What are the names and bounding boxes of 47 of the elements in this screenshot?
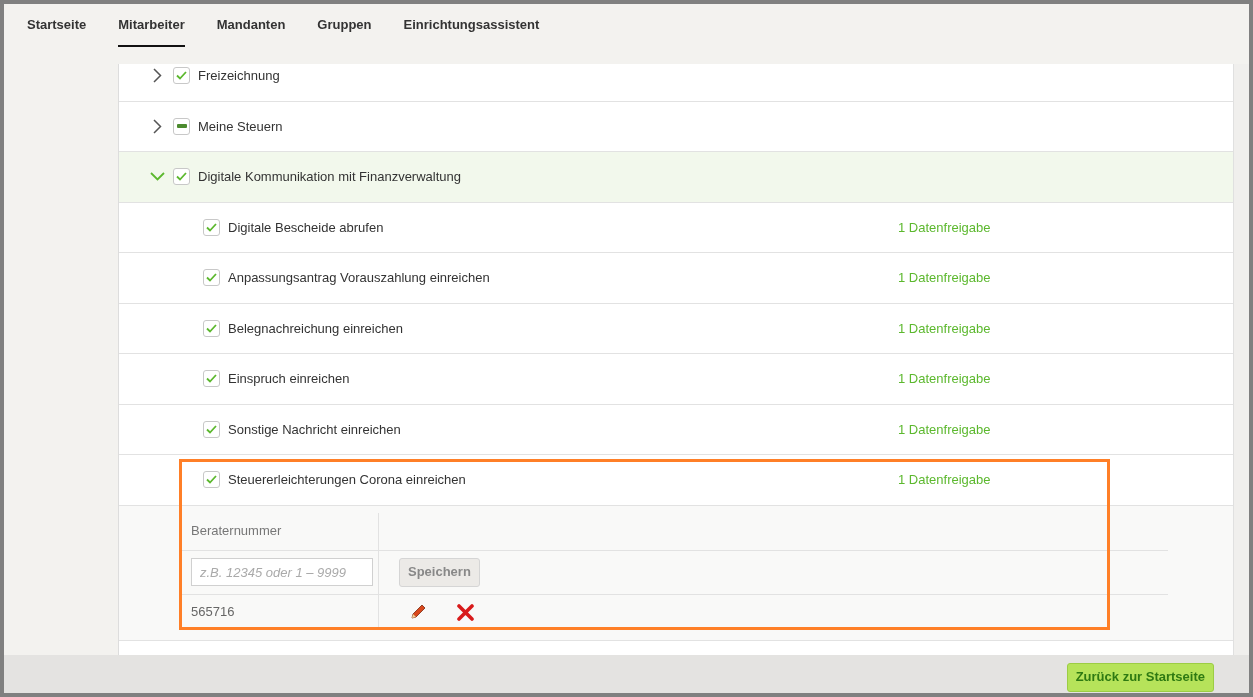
- permission-label: Digitale Bescheide abrufen: [228, 218, 385, 237]
- chevron-right-icon[interactable]: [152, 118, 162, 134]
- nav-tab[interactable]: Einrichtungsassistent: [403, 15, 540, 47]
- checkbox[interactable]: [203, 218, 220, 236]
- checkbox[interactable]: [203, 471, 220, 489]
- checkmark-icon: [206, 475, 217, 485]
- checkmark-icon: [206, 222, 217, 232]
- share-link[interactable]: 1 Datenfreigabe: [898, 369, 991, 389]
- checkmark-icon: [206, 424, 217, 434]
- group-label: Digitale Kommunikation mit Finanzverwaltung: [198, 168, 461, 186]
- checkbox[interactable]: [173, 67, 190, 85]
- checkmark-icon: [176, 172, 187, 182]
- checkmark-icon: [206, 273, 217, 283]
- group-label: Freizeichnung: [198, 67, 280, 85]
- chevron-down-icon[interactable]: [149, 172, 165, 182]
- nav-tab[interactable]: Gruppen: [317, 15, 372, 47]
- share-link[interactable]: 1 Datenfreigabe: [898, 470, 991, 490]
- delete-icon[interactable]: [457, 603, 474, 621]
- chevron-right-icon[interactable]: [152, 68, 162, 84]
- back-button[interactable]: Zurück zur Startseite: [1066, 662, 1214, 692]
- checkbox[interactable]: [173, 168, 190, 186]
- nav-tab[interactable]: Mandanten: [216, 15, 286, 47]
- permission-label: Anpassungsantrag Vorauszahlung einreichen: [228, 269, 491, 287]
- nav-tab[interactable]: Mitarbeiter: [118, 15, 185, 47]
- permission-label: Sonstige Nachricht einreichen: [228, 420, 402, 439]
- checkmark-icon: [206, 374, 217, 384]
- share-link[interactable]: 1 Datenfreigabe: [898, 419, 991, 439]
- checkbox[interactable]: [203, 269, 220, 287]
- group-label: Meine Steuern: [198, 117, 283, 136]
- checkbox[interactable]: [203, 420, 220, 438]
- table-cell: 565716: [181, 594, 379, 630]
- nav-tab[interactable]: Startseite: [27, 15, 87, 47]
- input-field[interactable]: z.B. 12345 oder 1 – 9999: [191, 558, 373, 586]
- pencil-icon[interactable]: [409, 603, 427, 621]
- checkbox[interactable]: [203, 319, 220, 337]
- permission-label: Steuererleichterungen Corona einreichen: [228, 471, 467, 489]
- permission-label: Einspruch einreichen: [228, 370, 351, 388]
- checkmark-icon: [176, 71, 187, 81]
- share-link[interactable]: 1 Datenfreigabe: [898, 217, 991, 237]
- share-link[interactable]: 1 Datenfreigabe: [898, 268, 991, 288]
- share-link[interactable]: 1 Datenfreigabe: [898, 318, 991, 338]
- column-header: Beraternummer: [181, 512, 379, 550]
- checkbox[interactable]: [173, 117, 190, 135]
- save-button[interactable]: Speichern: [399, 557, 480, 587]
- checkbox[interactable]: [203, 370, 220, 388]
- permission-label: Belegnachreichung einreichen: [228, 319, 404, 338]
- checkmark-icon: [206, 323, 217, 333]
